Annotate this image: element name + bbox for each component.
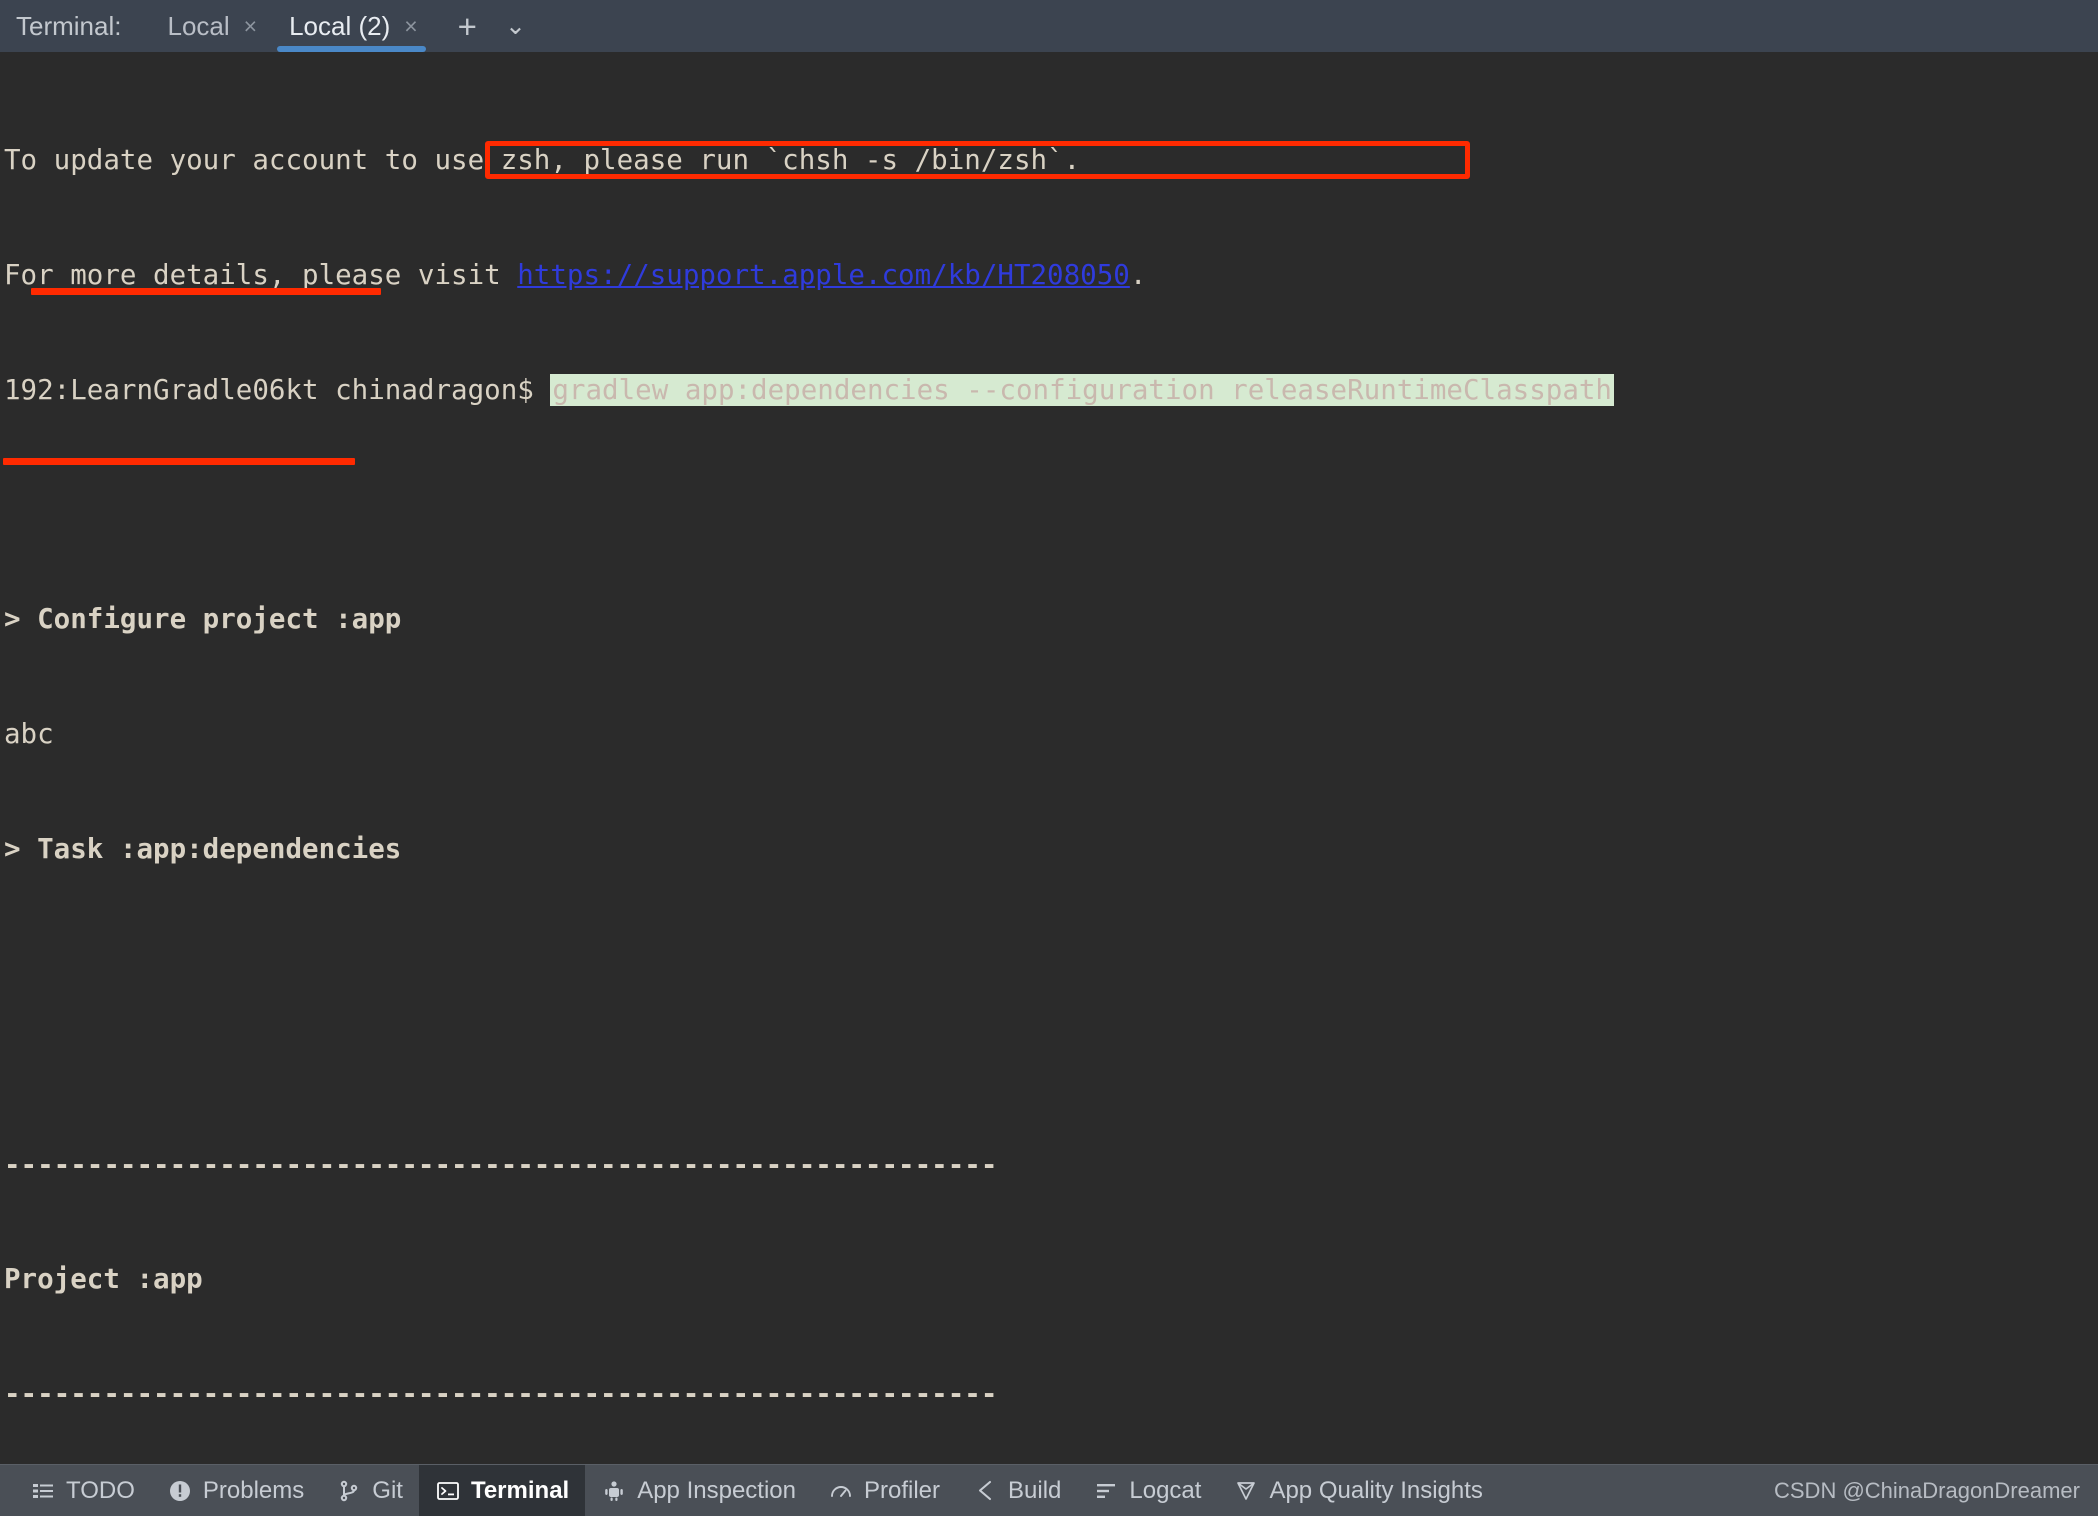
terminal-line: > Configure project :app (4, 605, 2098, 634)
git-branch-icon (336, 1478, 362, 1504)
terminal-line: ----------------------------------------… (4, 1380, 2098, 1409)
watermark: CSDN @ChinaDragonDreamer (1774, 1477, 2080, 1503)
configure-project-line: > Configure project :app (4, 603, 402, 636)
terminal-icon (435, 1478, 461, 1504)
status-item-build[interactable]: Build (956, 1465, 1077, 1516)
close-icon[interactable]: × (404, 14, 417, 38)
ide-terminal-window: Terminal: Local × Local (2) × + ⌄ To upd… (0, 0, 2098, 1516)
status-item-git-label: Git (372, 1476, 403, 1504)
status-item-terminal-label: Terminal (470, 1476, 570, 1504)
tab-local-label: Local (167, 10, 230, 41)
task-dependencies-line: > Task :app:dependencies (4, 832, 402, 865)
status-item-profiler[interactable]: Profiler (812, 1465, 956, 1516)
profiler-gauge-icon (828, 1478, 854, 1504)
terminal-prompt-line: 192:LearnGradle06kt chinadragon$ gradlew… (4, 373, 2098, 406)
support-url-link[interactable]: https://support.apple.com/kb/HT208050 (517, 259, 1130, 291)
details-suffix: . (1129, 258, 1147, 291)
status-item-build-label: Build (1008, 1476, 1062, 1504)
gradle-command[interactable]: gradlew app:dependencies --configuration… (550, 373, 1614, 406)
tab-local-2[interactable]: Local (2) × (271, 0, 432, 52)
tab-local-2-label: Local (2) (289, 10, 391, 41)
shell-prompt: 192:LearnGradle06kt chinadragon$ (4, 373, 551, 406)
inspection-icon (601, 1478, 627, 1504)
terminal-text: To update your account to use zsh, pleas… (4, 60, 2098, 1464)
status-item-logcat[interactable]: Logcat (1077, 1465, 1217, 1516)
status-item-git[interactable]: Git (320, 1465, 419, 1516)
ide-status-bar: TODO Problems Git Terminal App Inspectio (0, 1464, 2098, 1516)
status-item-app-quality-insights-label: App Quality Insights (1269, 1476, 1483, 1504)
status-item-app-inspection-label: App Inspection (637, 1476, 796, 1504)
terminal-line: For more details, please visit https://s… (4, 261, 2098, 290)
hammer-icon (972, 1478, 998, 1504)
status-item-todo-label: TODO (66, 1476, 135, 1504)
terminal-line: > Task :app:dependencies (4, 835, 2098, 864)
list-icon (30, 1478, 56, 1504)
status-item-problems[interactable]: Problems (151, 1465, 320, 1516)
status-item-profiler-label: Profiler (863, 1476, 941, 1504)
status-item-terminal[interactable]: Terminal (418, 1464, 586, 1516)
separator-rule-top: ----------------------------------------… (4, 1148, 998, 1181)
zsh-notice-line: To update your account to use zsh, pleas… (4, 144, 1081, 177)
status-item-problems-label: Problems (202, 1476, 305, 1504)
tab-local[interactable]: Local × (149, 0, 271, 52)
status-item-app-inspection[interactable]: App Inspection (585, 1465, 812, 1516)
terminal-line: To update your account to use zsh, pleas… (4, 146, 2098, 175)
logcat-lines-icon (1093, 1478, 1119, 1504)
plus-icon[interactable]: + (448, 10, 487, 43)
details-prefix: For more details, please visit (4, 258, 518, 291)
status-item-logcat-label: Logcat (1129, 1476, 1202, 1504)
terminal-line: Project :app (4, 1265, 2098, 1294)
chevron-down-icon[interactable]: ⌄ (495, 13, 536, 39)
close-icon[interactable]: × (244, 14, 257, 38)
terminal-tab-bar: Terminal: Local × Local (2) × + ⌄ (0, 0, 2098, 52)
separator-rule-bottom: ----------------------------------------… (4, 1378, 998, 1411)
warning-circle-icon (167, 1478, 193, 1504)
abc-output-line: abc (4, 718, 54, 751)
project-heading: Project :app (4, 1263, 203, 1296)
status-item-todo[interactable]: TODO (14, 1465, 151, 1516)
terminal-output-pane[interactable]: To update your account to use zsh, pleas… (0, 52, 2098, 1464)
terminal-panel-label: Terminal: (16, 10, 122, 41)
status-item-app-quality-insights[interactable]: App Quality Insights (1217, 1465, 1498, 1516)
terminal-line: abc (4, 720, 2098, 749)
terminal-line: ----------------------------------------… (4, 1148, 2098, 1181)
diamond-icon (1233, 1478, 1259, 1504)
